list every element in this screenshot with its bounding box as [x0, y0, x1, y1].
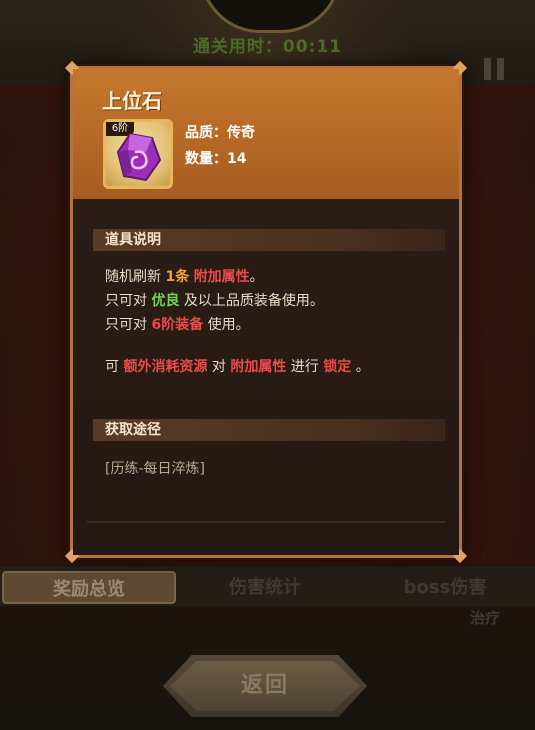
desc-text: 进行: [286, 359, 324, 375]
source-link[interactable]: [历练-每日淬炼]: [105, 458, 205, 478]
tab-damage-stats[interactable]: 伤害统计: [190, 571, 340, 604]
desc-highlight: 附加属性: [193, 269, 250, 285]
section-title-description: 道具说明: [93, 229, 445, 251]
desc-text: 只可对: [105, 293, 152, 309]
desc-text: 及以上品质装备使用。: [179, 293, 324, 309]
item-count: 数量：14: [185, 151, 247, 167]
divider: [87, 521, 445, 523]
popup-header: 上位石 6阶 品质：传奇 数量：14: [73, 69, 459, 199]
description-line: 只可对 优良 及以上品质装备使用。: [105, 290, 324, 310]
section-title-source: 获取途径: [93, 419, 445, 441]
item-icon-slot: 6阶: [103, 119, 173, 189]
purple-crystal-icon: [116, 132, 162, 182]
desc-highlight: 额外消耗资源: [123, 359, 208, 375]
popup-body: [73, 199, 459, 555]
desc-text: 。: [249, 269, 264, 285]
desc-text: 可: [105, 359, 124, 375]
clear-timer: 通关用时：00:11: [192, 37, 343, 57]
back-button-label[interactable]: 返回: [163, 655, 367, 717]
description-line: 可 额外消耗资源 对 附加属性 进行 锁定 。: [105, 356, 370, 376]
desc-highlight: 附加属性: [230, 359, 287, 375]
description-line: 只可对 6阶装备 使用。: [105, 314, 250, 334]
desc-text: 对: [207, 359, 231, 375]
pause-icon[interactable]: [484, 58, 506, 80]
desc-text: 只可对: [105, 317, 152, 333]
item-name: 上位石: [102, 89, 162, 113]
heal-label: 治疗: [470, 609, 501, 627]
desc-highlight: 1条: [165, 269, 190, 285]
desc-text: 使用。: [203, 317, 250, 333]
desc-text: 随机刷新: [105, 269, 166, 285]
desc-highlight: 优良: [151, 293, 180, 309]
desc-text: 。: [351, 359, 370, 375]
item-detail-popup: 上位石 6阶 品质：传奇 数量：14 道具说明 随机刷新 1条 附加属性。 只可…: [64, 60, 468, 564]
tab-reward-overview[interactable]: 奖励总览: [2, 571, 176, 604]
desc-highlight: 锁定: [323, 359, 352, 375]
item-quality: 品质：传奇: [185, 125, 255, 141]
result-tabs: 奖励总览 伤害统计 boss伤害: [0, 566, 535, 606]
description-line: 随机刷新 1条 附加属性。: [105, 266, 264, 286]
tab-boss-damage[interactable]: boss伤害: [370, 571, 520, 604]
desc-highlight: 6阶装备: [151, 317, 204, 333]
